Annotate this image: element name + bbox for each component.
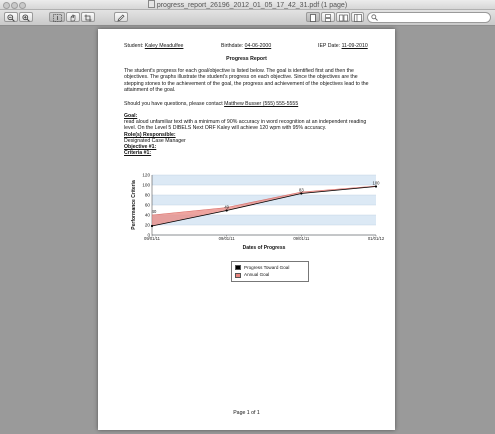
intro-paragraph: The student's progress for each goal/obj… xyxy=(124,68,369,94)
x-tick-label: 09/01/11 xyxy=(144,236,161,241)
move-tool-button[interactable] xyxy=(66,12,80,22)
data-point xyxy=(374,185,378,188)
birthdate-value: 04-06-2000 xyxy=(244,43,272,49)
data-point xyxy=(300,192,303,195)
toolbar xyxy=(0,10,495,26)
birthdate-line: Birthdate: 04-06-2000 xyxy=(221,43,271,49)
iep-date-label: IEP Date: xyxy=(318,43,341,49)
text-selection-icon xyxy=(52,14,62,22)
y-tick-label: 40 xyxy=(145,213,151,218)
two-page-view-button[interactable] xyxy=(336,12,350,22)
continuous-pages-icon xyxy=(325,14,331,22)
window-title: progress_report_26196_2012_01_05_17_42_3… xyxy=(156,2,348,9)
x-tick-label: 01/01/12 xyxy=(368,236,385,241)
chart-legend: Progress Toward Goal Annual Goal xyxy=(231,261,309,282)
page-footer: Page 1 of 1 xyxy=(233,410,260,416)
grid-band xyxy=(152,175,376,185)
goal-text: read aloud unfamiliar text with a minimu… xyxy=(124,119,367,132)
search-field[interactable] xyxy=(367,12,491,23)
data-point xyxy=(225,209,228,212)
window-title-container: progress_report_26196_2012_01_05_17_42_3… xyxy=(0,0,495,10)
y-tick-label: 80 xyxy=(145,193,151,198)
search-icon xyxy=(371,14,378,21)
zoom-out-button[interactable] xyxy=(4,12,18,22)
progress-chart: 02040608010012040498310009/01/11 09/01/11… xyxy=(131,173,385,251)
zoom-out-icon xyxy=(7,14,15,22)
y-tick-label: 20 xyxy=(145,223,151,228)
contact-prefix: Should you have questions, please contac… xyxy=(124,101,223,107)
x-tick-label: 09/01/11 xyxy=(293,236,310,241)
data-label: 49 xyxy=(224,204,229,209)
crop-icon xyxy=(84,14,92,22)
legend-swatch-progress xyxy=(235,265,241,270)
data-label: 83 xyxy=(299,187,304,192)
hand-icon xyxy=(70,14,76,22)
text-selection-button[interactable] xyxy=(49,12,65,22)
contact-name: Matthew Busser (555) 555-5555 xyxy=(224,101,299,107)
sidebar-button[interactable] xyxy=(351,12,364,22)
legend-swatch-goal xyxy=(235,272,241,278)
search-input[interactable] xyxy=(380,14,484,21)
y-tick-label: 120 xyxy=(142,173,150,178)
student-label: Student: xyxy=(124,43,144,49)
legend-label-progress: Progress Toward Goal xyxy=(244,264,290,270)
single-page-icon xyxy=(310,14,316,22)
pencil-icon xyxy=(117,14,125,22)
continuous-view-button[interactable] xyxy=(321,12,335,22)
two-pages-icon xyxy=(338,14,348,22)
zoom-in-icon xyxy=(22,14,30,22)
rect-select-button[interactable] xyxy=(81,12,95,22)
data-label: 40 xyxy=(152,209,157,214)
y-tick-label: 60 xyxy=(145,203,151,208)
pdf-page: Student: Kaley Meadulfee Birthdate: 04-0… xyxy=(98,29,395,430)
student-line: Student: Kaley Meadulfee xyxy=(124,43,183,49)
data-label: 100 xyxy=(373,180,381,185)
single-page-view-button[interactable] xyxy=(306,12,320,22)
legend-label-goal: Annual Goal xyxy=(244,272,270,277)
annotate-button[interactable] xyxy=(114,12,128,22)
pdf-document-icon xyxy=(147,0,155,8)
sidebar-icon xyxy=(353,14,362,22)
x-axis-title: Dates of Progress xyxy=(243,245,286,251)
criteria-label: Criteria #1: xyxy=(124,150,152,156)
window-titlebar: progress_report_26196_2012_01_05_17_42_3… xyxy=(0,0,495,10)
iep-date-value: 11-09-2010 xyxy=(341,43,368,49)
iep-date-line: IEP Date: 11-09-2010 xyxy=(318,43,368,49)
contact-line: Should you have questions, please contac… xyxy=(124,101,298,107)
student-name: Kaley Meadulfee xyxy=(144,43,184,49)
data-point xyxy=(150,224,154,228)
page-heading: Progress Report xyxy=(226,56,267,62)
birthdate-label: Birthdate: xyxy=(221,43,244,49)
x-tick-label: 09/01/11 xyxy=(219,236,236,241)
zoom-in-button[interactable] xyxy=(19,12,33,22)
y-tick-label: 100 xyxy=(142,183,150,188)
y-axis-title: Performance Criteria xyxy=(131,180,137,230)
